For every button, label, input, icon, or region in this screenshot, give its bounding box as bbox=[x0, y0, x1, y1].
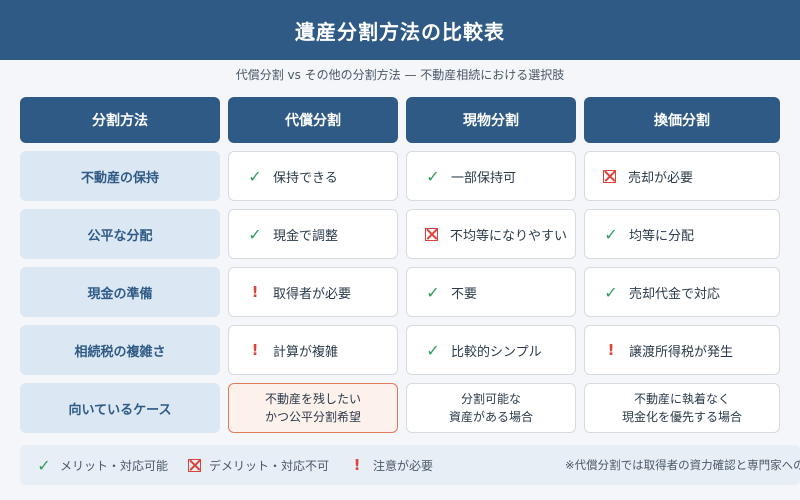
cell-text: 取得者が必要 bbox=[273, 286, 352, 302]
table-cell: ✓ 比較的シンプル bbox=[406, 325, 576, 375]
legend-note: ※代償分割では取得者の資力確認と専門家への相談が重要 bbox=[565, 458, 800, 472]
cell-text: 計算が複雑 bbox=[273, 344, 339, 360]
check-icon: ✓ bbox=[37, 455, 51, 475]
table-cell: ✓ 一部保持可 bbox=[406, 151, 576, 201]
check-icon: ✓ bbox=[426, 282, 440, 302]
table-cell: ✓ 売却代金で対応 bbox=[584, 267, 780, 317]
cross-box-icon bbox=[425, 227, 438, 241]
table-cell: ✓ 現金で調整 bbox=[228, 209, 398, 259]
table-cell: 不均等になりやすい bbox=[406, 209, 576, 259]
cross-box-icon bbox=[188, 458, 202, 472]
column-header-kanka: 換価分割 bbox=[584, 97, 780, 143]
row-header: 現金の準備 bbox=[20, 267, 220, 317]
legend-label: デメリット・対応不可 bbox=[209, 458, 330, 473]
check-icon: ✓ bbox=[426, 166, 440, 186]
table-cell: ✓ 不要 bbox=[406, 267, 576, 317]
cell-text: 不要 bbox=[451, 286, 478, 302]
cell-text-line: 不動産に執着なく bbox=[633, 392, 730, 406]
cell-text: 売却代金で対応 bbox=[629, 286, 721, 302]
exclamation-icon: ! bbox=[607, 341, 615, 359]
cell-text-line: かつ公平分割希望 bbox=[264, 410, 361, 424]
table-cell: ! 譲渡所得税が発生 bbox=[584, 325, 780, 375]
legend: ✓ メリット・対応可能 デメリット・対応不可 ! 注意が必要 ※代償分割では取得… bbox=[20, 445, 800, 485]
column-header-genbutsu: 現物分割 bbox=[406, 97, 576, 143]
row-header: 相続税の複雑さ bbox=[20, 325, 220, 375]
table-cell: ! 計算が複雑 bbox=[228, 325, 398, 375]
exclamation-icon: ! bbox=[251, 283, 259, 301]
row-header: 公平な分配 bbox=[20, 209, 220, 259]
cell-text: 現金で調整 bbox=[273, 228, 339, 244]
table-cell: ✓ 保持できる bbox=[228, 151, 398, 201]
title-bar: 遺産分割方法の比較表 bbox=[0, 0, 800, 60]
cell-text: 比較的シンプル bbox=[451, 344, 542, 360]
check-icon: ✓ bbox=[604, 282, 618, 302]
row-header: 向いているケース bbox=[20, 383, 220, 433]
check-icon: ✓ bbox=[604, 224, 618, 244]
check-icon: ✓ bbox=[248, 224, 262, 244]
row-header: 不動産の保持 bbox=[20, 151, 220, 201]
cell-text: 一部保持可 bbox=[451, 170, 517, 186]
legend-item-ok: ✓ メリット・対応可能 bbox=[36, 455, 169, 475]
table-cell: ✓ 均等に分配 bbox=[584, 209, 780, 259]
legend-item-warn: ! 注意が必要 bbox=[349, 456, 434, 474]
table-cell-highlighted: 不動産を残したい かつ公平分割希望 bbox=[228, 383, 398, 433]
legend-label: 注意が必要 bbox=[373, 458, 434, 473]
cell-text-line: 分割可能な bbox=[460, 392, 521, 406]
table-cell: 不動産に執着なく 現金化を優先する場合 bbox=[584, 383, 780, 433]
column-header-daisho: 代償分割 bbox=[228, 97, 398, 143]
cross-box-icon bbox=[603, 169, 616, 183]
cell-text-line: 資産がある場合 bbox=[448, 410, 533, 424]
page-title: 遺産分割方法の比較表 bbox=[295, 19, 505, 44]
table-cell: 売却が必要 bbox=[584, 151, 780, 201]
check-icon: ✓ bbox=[426, 340, 440, 360]
cell-text-line: 不動産を残したい bbox=[264, 392, 361, 406]
legend-label: メリット・対応可能 bbox=[60, 458, 169, 473]
table-cell: ! 取得者が必要 bbox=[228, 267, 398, 317]
legend-item-ng: デメリット・対応不可 bbox=[188, 457, 329, 474]
cell-text: 均等に分配 bbox=[629, 228, 695, 244]
cell-text: 不均等になりやすい bbox=[450, 228, 568, 244]
comparison-table: 分割方法 代償分割 現物分割 換価分割 不動産の保持 ✓ 保持できる ✓ 一部保持可… bbox=[20, 97, 780, 433]
cell-text: 譲渡所得税が発生 bbox=[629, 344, 734, 360]
cell-text: 売却が必要 bbox=[628, 170, 694, 186]
cell-text-line: 現金化を優先する場合 bbox=[621, 410, 742, 424]
cell-text: 保持できる bbox=[273, 170, 338, 186]
table-cell: 分割可能な 資産がある場合 bbox=[406, 383, 576, 433]
exclamation-icon: ! bbox=[353, 456, 361, 474]
page-subtitle: 代償分割 vs その他の分割方法 — 不動産相続における選択肢 bbox=[235, 68, 565, 82]
exclamation-icon: ! bbox=[251, 341, 259, 359]
column-header-method: 分割方法 bbox=[20, 97, 220, 143]
check-icon: ✓ bbox=[248, 166, 262, 186]
